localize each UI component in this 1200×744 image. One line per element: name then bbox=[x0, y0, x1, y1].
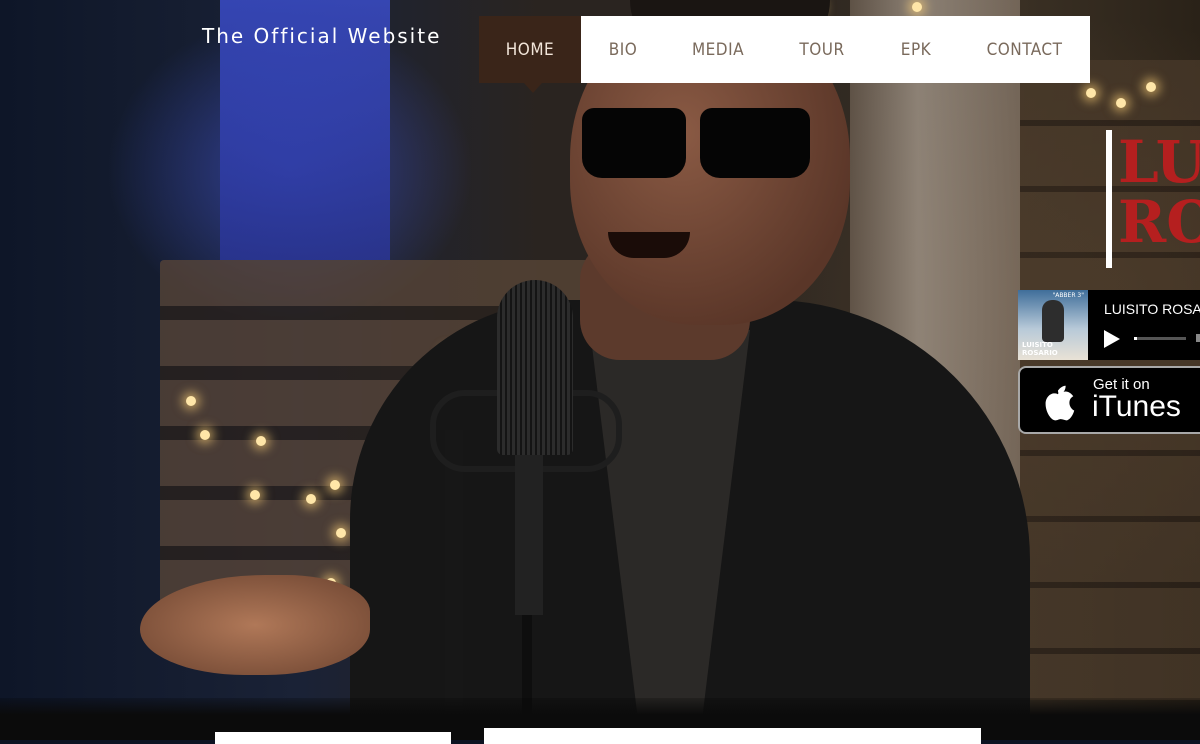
string-light bbox=[1116, 98, 1126, 108]
microphone bbox=[497, 280, 573, 455]
nav-contact[interactable]: CONTACT bbox=[959, 16, 1090, 83]
nav-media[interactable]: MEDIA bbox=[665, 16, 771, 83]
string-light bbox=[306, 494, 316, 504]
album-cover[interactable]: "ABBER 3" LUISITO ROSARIO bbox=[1018, 290, 1088, 360]
album-caption: LUISITO ROSARIO bbox=[1022, 341, 1058, 357]
play-icon[interactable] bbox=[1104, 330, 1120, 348]
string-light bbox=[1146, 82, 1156, 92]
singer bbox=[140, 0, 1030, 720]
site-title: The Official Website bbox=[202, 24, 442, 48]
bottom-panel-right bbox=[484, 728, 981, 744]
mic-body bbox=[515, 455, 543, 615]
brand-divider bbox=[1106, 130, 1112, 268]
sunglasses bbox=[582, 108, 828, 180]
main-nav: HOME BIO MEDIA TOUR EPK CONTACT bbox=[479, 16, 1090, 93]
nav-tour[interactable]: TOUR bbox=[771, 16, 873, 83]
string-light bbox=[1086, 88, 1096, 98]
nav-bio[interactable]: BIO bbox=[581, 16, 665, 83]
album-figure bbox=[1042, 300, 1064, 342]
nav-epk[interactable]: EPK bbox=[873, 16, 959, 83]
progress-fill bbox=[1134, 337, 1137, 340]
bottom-panel-left bbox=[215, 732, 451, 744]
string-light bbox=[250, 490, 260, 500]
string-light bbox=[256, 436, 266, 446]
music-player: "ABBER 3" LUISITO ROSARIO LUISITO ROSAR bbox=[1018, 290, 1200, 360]
track-title: LUISITO ROSAR bbox=[1104, 301, 1200, 317]
itunes-badge[interactable]: Get it on iTunes bbox=[1018, 366, 1200, 434]
apple-icon bbox=[1045, 385, 1075, 421]
mouth bbox=[608, 232, 690, 258]
left-lens bbox=[582, 108, 686, 178]
itunes-text: iTunes bbox=[1092, 390, 1181, 423]
volume-icon[interactable] bbox=[1196, 334, 1200, 342]
album-tag: "ABBER 3" bbox=[1052, 292, 1084, 299]
artist-name: LU RO bbox=[1118, 128, 1200, 256]
string-light bbox=[200, 430, 210, 440]
right-lens bbox=[700, 108, 810, 178]
nav-home[interactable]: HOME bbox=[479, 16, 581, 93]
string-light bbox=[186, 396, 196, 406]
progress-bar[interactable] bbox=[1134, 337, 1186, 340]
mic-stand-pole bbox=[445, 430, 463, 730]
